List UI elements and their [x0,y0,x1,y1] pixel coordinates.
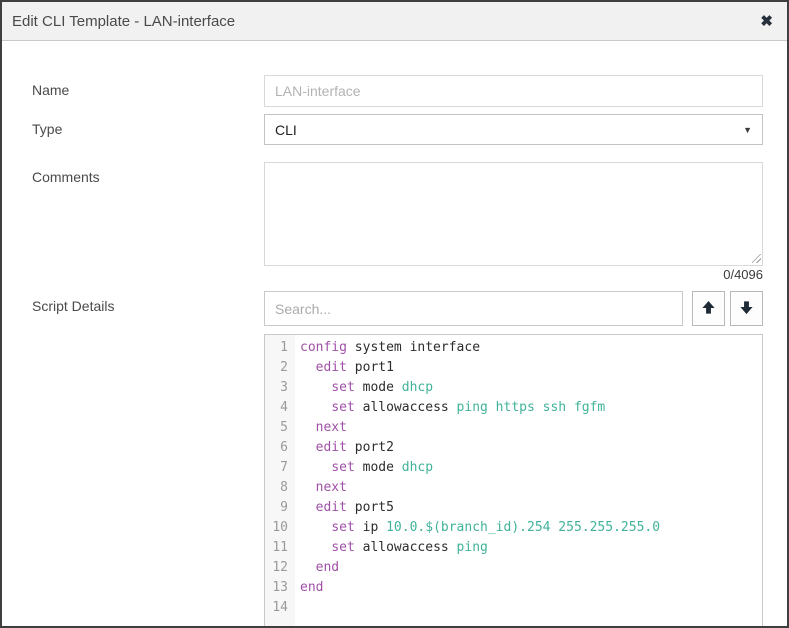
edit-cli-template-dialog: Edit CLI Template - LAN-interface ✖ Name… [0,0,789,628]
code-line: 11 set allowaccess ping [265,538,762,558]
script-search-input[interactable] [264,291,683,326]
type-select-value: CLI [275,122,297,138]
line-number: 4 [265,398,295,418]
line-number: 10 [265,518,295,538]
search-prev-button[interactable] [692,291,725,326]
code-line: 13end [265,578,762,598]
chevron-down-icon: ▼ [743,125,752,135]
line-number: 3 [265,378,295,398]
comments-label: Comments [32,162,264,282]
line-number: 8 [265,478,295,498]
code-line: 8 next [265,478,762,498]
comments-row: Comments 0/4096 [32,162,763,282]
line-number: 6 [265,438,295,458]
code-line: 6 edit port2 [265,438,762,458]
code-text: end [295,558,339,578]
line-number: 9 [265,498,295,518]
comments-counter: 0/4096 [264,267,763,282]
code-text: config system interface [295,338,480,358]
search-next-button[interactable] [730,291,763,326]
script-details-row: Script Details 1config system [32,291,763,628]
name-label: Name [32,75,264,107]
dialog-titlebar: Edit CLI Template - LAN-interface ✖ [2,2,787,41]
code-text [295,598,300,618]
code-text: set allowaccess ping [295,538,488,558]
code-text: set mode dhcp [295,378,433,398]
arrow-down-icon [739,300,754,318]
name-row: Name [32,75,763,107]
code-text: set allowaccess ping https ssh fgfm [295,398,605,418]
code-line: 9 edit port5 [265,498,762,518]
code-text: end [295,578,323,598]
name-input[interactable] [264,75,763,107]
script-search-bar [264,291,763,326]
line-number: 12 [265,558,295,578]
code-line: 14 [265,598,762,618]
dialog-body: Name Type CLI ▼ Comments 0/4096 [2,41,787,628]
code-line: 12 end [265,558,762,578]
type-select[interactable]: CLI ▼ [264,114,763,145]
code-line: 10 set ip 10.0.$(branch_id).254 255.255.… [265,518,762,538]
line-number: 14 [265,598,295,618]
type-label: Type [32,114,264,145]
line-number: 13 [265,578,295,598]
code-line: 5 next [265,418,762,438]
cli-script-editor[interactable]: 1config system interface2 edit port13 se… [264,334,763,628]
dialog-title: Edit CLI Template - LAN-interface [12,13,235,30]
line-number: 11 [265,538,295,558]
line-number: 1 [265,338,295,358]
code-line: 1config system interface [265,338,762,358]
code-text: set ip 10.0.$(branch_id).254 255.255.255… [295,518,660,538]
code-text: edit port5 [295,498,394,518]
code-line: 4 set allowaccess ping https ssh fgfm [265,398,762,418]
code-text: next [295,478,347,498]
code-text: set mode dhcp [295,458,433,478]
line-number: 7 [265,458,295,478]
line-number: 2 [265,358,295,378]
code-line: 7 set mode dhcp [265,458,762,478]
code-line: 3 set mode dhcp [265,378,762,398]
code-text: edit port1 [295,358,394,378]
type-row: Type CLI ▼ [32,114,763,145]
code-line: 2 edit port1 [265,358,762,378]
script-details-label: Script Details [32,291,264,628]
arrow-up-icon [701,300,716,318]
line-number: 5 [265,418,295,438]
code-text: next [295,418,347,438]
close-icon[interactable]: ✖ [760,14,773,29]
comments-textarea[interactable] [264,162,763,266]
code-text: edit port2 [295,438,394,458]
